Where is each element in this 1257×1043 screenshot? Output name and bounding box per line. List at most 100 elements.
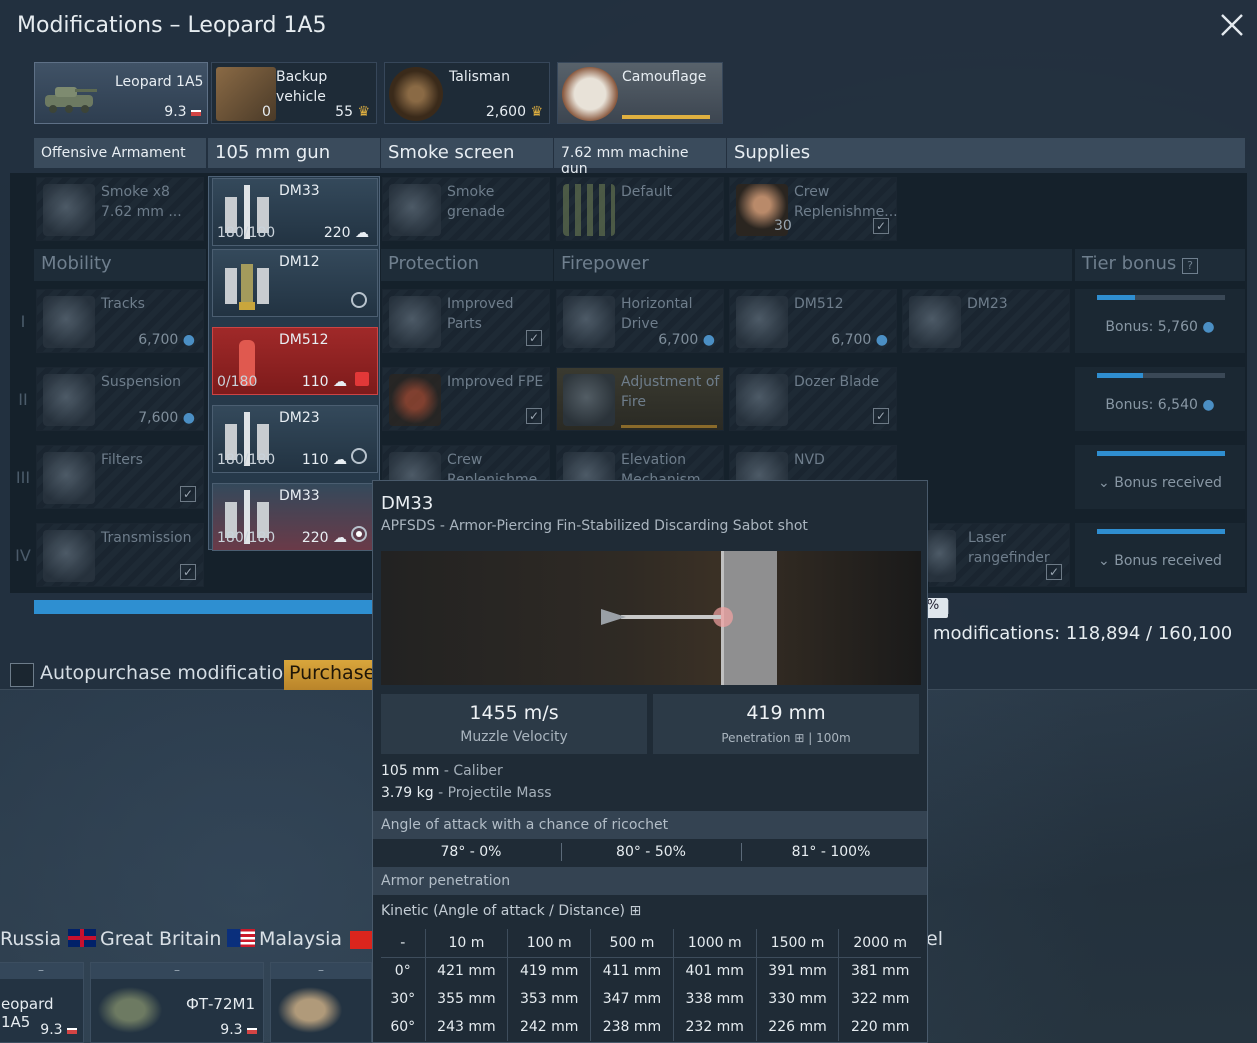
silver-lions-icon: ☁ (333, 452, 347, 468)
research-icon: ● (178, 332, 195, 348)
tier-label-2: II (18, 390, 28, 409)
dm512-module-price: 6,700 ● (831, 332, 888, 348)
dm23-module-name: DM23 (967, 296, 1008, 312)
purchase-all-button[interactable]: Purchase A (284, 660, 374, 690)
rank-icon (247, 1028, 257, 1034)
ammo-count: 180/180 (217, 452, 276, 468)
ammo-radio[interactable] (351, 448, 367, 464)
ammo-selector: DM33 180/180 220 ☁ DM12 DM512 0/180 110 … (208, 176, 380, 551)
table-cell: 226 mm (755, 1013, 839, 1041)
tier-bonus-bar (1097, 451, 1225, 456)
tier-bonus-value: Bonus received (1114, 553, 1222, 569)
projectile-icon (601, 551, 777, 685)
help-icon[interactable]: ? (1182, 258, 1199, 274)
caliber-label: - Caliber (443, 763, 503, 779)
rangefinder-icon (926, 530, 956, 582)
close-button[interactable] (1219, 12, 1245, 38)
smoke-grenade-module[interactable]: Smoke grenade (382, 177, 550, 241)
mass-value: 3.79 kg (381, 785, 434, 801)
ammo-option-dm33[interactable]: DM33 180/180 220 ☁ (212, 483, 378, 551)
dm512-module[interactable]: DM512 6,700 ● (729, 289, 897, 353)
golden-eagle-icon: ♛ (530, 104, 543, 120)
ricochet-value-3: 81° - 100% (791, 844, 871, 860)
ammo-price-value: 110 (301, 374, 329, 390)
transmission-module[interactable]: Transmission ✓ (36, 523, 204, 587)
ammo-price-value: 110 (301, 452, 329, 468)
mg-bullets-icon (563, 184, 615, 236)
section-firepower: Firepower (554, 249, 1072, 281)
caliber-row: 105 mm - Caliber (381, 763, 503, 779)
country-great-britain[interactable]: Great Britain (68, 928, 221, 950)
default-mg-ammo[interactable]: Default (556, 177, 724, 241)
table-header: 100 m (507, 929, 591, 957)
filters-module[interactable]: Filters ✓ (36, 445, 204, 509)
golden-eagle-icon: ♛ (357, 104, 370, 120)
table-header: 2000 m (838, 929, 921, 957)
crew-replenishment-supply[interactable]: Crew Replenishme... 30 ✓ (729, 177, 898, 241)
research-icon: ● (1197, 319, 1215, 335)
improved-parts-name: Improved Parts (447, 296, 514, 332)
ammo-option-dm512[interactable]: DM512 0/180 110 ☁ (212, 327, 378, 395)
table-cell: 0° (394, 963, 411, 980)
tracks-module[interactable]: Tracks 6,700 ● (36, 289, 204, 353)
title-bar: Modifications – Leopard 1A5 (0, 0, 1257, 54)
penetration-box: 419 mm Penetration ⊞ | 100m (653, 694, 919, 754)
tracks-price: 6,700 ● (138, 332, 195, 348)
penetration-distance: | 100m (808, 731, 851, 745)
table-header: - (400, 934, 406, 951)
talisman-card[interactable]: Talisman 2,600 ♛ (384, 62, 550, 124)
improved-fpe-module[interactable]: Improved FPE ✓ (382, 367, 550, 431)
ammo-option-dm12[interactable]: DM12 (212, 249, 378, 317)
backup-vehicle-label: Backup vehicle (276, 69, 328, 105)
default-mg-name: Default (621, 184, 673, 200)
autopurchase-checkbox[interactable] (10, 663, 34, 687)
table-cell: 353 mm (507, 985, 591, 1013)
smoke-module[interactable]: Smoke x8 7.62 mm ... (36, 177, 204, 241)
ammo-radio-selected[interactable] (351, 526, 367, 542)
slot-br: 9.3 (220, 1022, 257, 1038)
chevron-down-icon: ⌄ (1098, 475, 1115, 491)
dm23-module[interactable]: DM23 (902, 289, 1070, 353)
modifications-total-text: modifications: 118,894 / 160,100 (933, 623, 1233, 644)
vehicle-card[interactable]: Leopard 1A5 9.3 (34, 62, 208, 124)
caliber-value: 105 mm (381, 763, 440, 779)
backup-vehicle-card[interactable]: Backup vehicle 0 55 ♛ (211, 62, 377, 124)
checkmark-icon: ✓ (526, 408, 542, 424)
suspension-module[interactable]: Suspension 7,600 ● (36, 367, 204, 431)
dozer-blade-module[interactable]: Dozer Blade ✓ (729, 367, 897, 431)
tier-bonus-bar (1097, 295, 1225, 300)
vehicle-slot-3[interactable]: – (270, 962, 372, 1043)
ammo-radio[interactable] (351, 292, 367, 308)
ammo-option-dm23[interactable]: DM23 180/180 110 ☁ (212, 405, 378, 473)
ammo-option-dm33-current[interactable]: DM33 180/180 220 ☁ (212, 178, 378, 246)
elevation-mechanism-module[interactable]: Elevation Mechanism (556, 445, 724, 504)
camouflage-card[interactable]: Camouflage (557, 62, 723, 124)
dozer-blade-icon (736, 374, 788, 426)
kinetic-label: Kinetic (Angle of attack / Distance) (381, 903, 626, 919)
improved-parts-module[interactable]: Improved Parts ✓ (382, 289, 550, 353)
vehicle-slot-1[interactable]: – eopard 1A5 9.3 (0, 962, 84, 1043)
crew-replenishment-module[interactable]: Crew Replenishme (382, 445, 550, 504)
horizontal-drive-module[interactable]: Horizontal Drive 6,700 ● (556, 289, 724, 353)
country-russia[interactable]: Russia (0, 928, 61, 950)
section-tier-bonus: Tier bonus ? (1075, 249, 1245, 281)
table-cell: 381 mm (838, 957, 921, 985)
talisman-icon (389, 67, 443, 121)
chevron-down-icon: ⌄ (1098, 553, 1115, 569)
nvd-module[interactable]: NVD (729, 445, 897, 504)
ammo-price-value: 220 (301, 530, 329, 546)
vehicle-slot-2[interactable]: – ФТ-72М1 9.3 (90, 962, 264, 1043)
ammo-name: DM512 (279, 332, 329, 348)
tier-bonus-value: Bonus: 6,540 (1105, 397, 1198, 413)
silver-lions-icon: ☁ (333, 530, 347, 546)
dozer-blade-name: Dozer Blade (794, 374, 880, 390)
heat-shell-icon (225, 264, 269, 310)
ammo-price-value: 220 (323, 225, 351, 241)
camouflage-label: Camouflage (622, 69, 707, 85)
adjustment-of-fire-module[interactable]: Adjustment of Fire (556, 367, 724, 431)
table-cell: 232 mm (672, 1013, 757, 1041)
adjustment-progress (621, 425, 717, 428)
tier-bonus-text: ⌄ Bonus received (1075, 553, 1245, 569)
laser-rangefinder-module[interactable]: Laser rangefinder ✓ (926, 523, 1070, 587)
country-malaysia[interactable]: Malaysia (227, 928, 342, 950)
